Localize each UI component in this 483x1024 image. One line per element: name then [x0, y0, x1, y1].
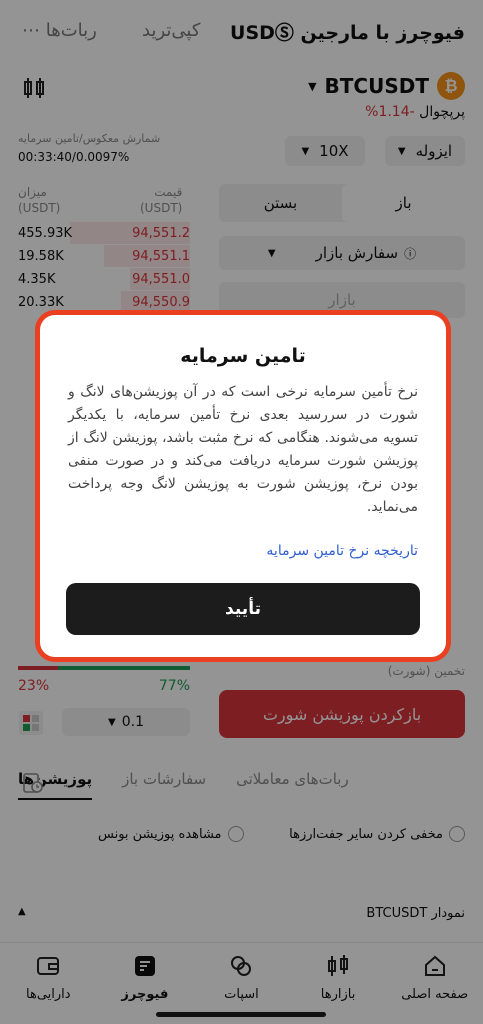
confirm-button[interactable]: تأیید — [66, 583, 420, 635]
modal-body: نرخ تأمین سرمایه نرخی است که در آن پوزیش… — [68, 384, 418, 515]
funding-history-link[interactable]: تاریخچه نرخ تامین سرمایه — [266, 543, 418, 559]
modal-content: تامین سرمایه نرخ تأمین سرمایه نرخی است ک… — [40, 315, 446, 657]
home-indicator — [156, 1012, 326, 1017]
funding-info-modal: تامین سرمایه نرخ تأمین سرمایه نرخی است ک… — [35, 310, 451, 662]
modal-title: تامین سرمایه — [180, 345, 306, 367]
